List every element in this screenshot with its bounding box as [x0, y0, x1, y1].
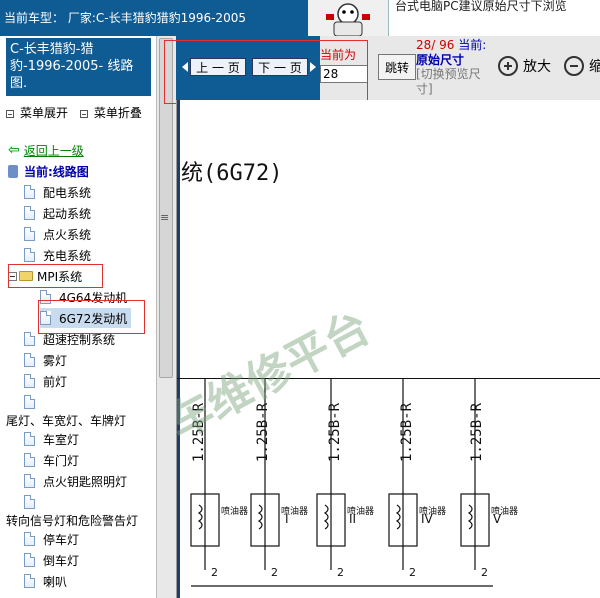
page-icon	[24, 353, 35, 367]
tree-item[interactable]	[24, 392, 43, 412]
zoom-in-icon	[498, 56, 518, 76]
injector-number: II	[349, 512, 357, 526]
zoom-in-button[interactable]: 放大	[498, 56, 551, 76]
tree-item[interactable]: 车室灯	[24, 429, 79, 449]
sidebar-scrollbar[interactable]: ≡	[156, 36, 176, 598]
page-icon	[24, 453, 35, 467]
highlight-box	[164, 40, 368, 104]
sidebar-title: C-长丰猎豹-猎豹-1996-2005- 线路图.	[6, 38, 151, 96]
injector-number: V	[493, 512, 502, 526]
tree-item[interactable]: 倒车灯	[24, 550, 79, 570]
tree-item[interactable]: 充电系统	[24, 245, 91, 265]
current-vehicle-label: 当前车型： 厂家:C-长丰猎豹猎豹1996-2005	[0, 0, 308, 36]
back-arrow-icon: ⇦	[8, 142, 20, 158]
injector-number: I	[285, 512, 289, 526]
page-icon	[24, 474, 35, 488]
page-icon	[24, 532, 35, 546]
viewer-toolbar: 上 一 页 下 一 页 当前为 跳转 28/ 96 当前: 原始尺寸 [切换预览…	[164, 36, 600, 104]
pin-number: 2	[271, 566, 278, 579]
menu-expand-button[interactable]: 菜单展开	[6, 106, 68, 120]
pin-number: 2	[337, 566, 344, 579]
jump-button[interactable]: 跳转	[378, 54, 416, 80]
wire-label: 1.25B-R	[399, 402, 415, 462]
injector-number: IV	[421, 512, 433, 526]
zoom-out-icon	[564, 56, 584, 76]
diagram-viewport[interactable]: 统(6G72) 1.25B-R 1.25B-R 1.25B-R 1.25B-R …	[176, 100, 600, 598]
pin-number: 2	[211, 566, 218, 579]
banner: 台式电脑PC建议原始尺寸下浏览	[388, 0, 600, 36]
tree-item[interactable]: 停车灯	[24, 529, 79, 549]
page-icon	[24, 206, 35, 220]
page-icon	[24, 495, 35, 509]
tree-item[interactable]	[24, 492, 43, 512]
menu-ops: 菜单展开 菜单折叠	[6, 104, 150, 121]
tree-item[interactable]: 起动系统	[24, 203, 91, 223]
tree-item-text[interactable]: 尾灯、车宽灯、车牌灯	[6, 410, 126, 430]
tree-item[interactable]: 配电系统	[24, 182, 91, 202]
mascot-icon	[326, 3, 370, 37]
tree-item[interactable]: 点火钥匙照明灯	[24, 471, 127, 491]
tree-item[interactable]: 前灯	[24, 371, 67, 391]
top-bar: 当前车型： 厂家:C-长丰猎豹猎豹1996-2005 台式电脑PC建议原始尺寸下…	[0, 0, 600, 37]
tree-item[interactable]: 车门灯	[24, 450, 79, 470]
highlight-box	[8, 264, 103, 288]
grip-icon: ≡	[160, 211, 170, 224]
page-icon	[24, 185, 35, 199]
menu-collapse-button[interactable]: 菜单折叠	[79, 106, 142, 120]
page-icon	[24, 374, 35, 388]
square-icon	[79, 109, 88, 118]
page-icon	[24, 395, 35, 409]
zoom-out-button[interactable]: 缩	[564, 56, 600, 76]
page-icon	[24, 227, 35, 241]
page-icon	[24, 248, 35, 262]
pin-number: 2	[409, 566, 416, 579]
wire-label: 1.25B-R	[469, 402, 485, 462]
page-icon	[24, 332, 35, 346]
original-size-link[interactable]: 原始尺寸	[416, 51, 464, 68]
wire-label: 1.25B-R	[327, 402, 343, 462]
book-icon	[8, 164, 18, 178]
injector-label: 喷油器	[221, 507, 249, 517]
sidebar: C-长丰猎豹-猎豹-1996-2005- 线路图. 菜单展开 菜单折叠 ⇦ 返回…	[0, 36, 156, 598]
page-icon	[24, 553, 35, 567]
banner-text: 台式电脑PC建议原始尺寸下浏览	[395, 0, 567, 13]
back-link[interactable]: ⇦ 返回上一级	[8, 140, 84, 160]
page-icon	[24, 432, 35, 446]
current-location: 当前:线路图	[8, 161, 89, 181]
page-icon	[24, 574, 35, 588]
tree-item[interactable]: 雾灯	[24, 350, 67, 370]
switch-preview-size-link[interactable]: [切换预览尺寸]	[416, 67, 496, 97]
tree-item-text[interactable]: 转向信号灯和危险警告灯	[6, 510, 138, 530]
tree-item[interactable]: 喇叭	[24, 571, 67, 591]
square-icon	[6, 109, 14, 118]
pin-number: 2	[481, 566, 488, 579]
tree-item[interactable]: 超速控制系统	[24, 329, 115, 349]
mascot-logo	[308, 0, 388, 37]
tree-item[interactable]: 点火系统	[24, 224, 91, 244]
